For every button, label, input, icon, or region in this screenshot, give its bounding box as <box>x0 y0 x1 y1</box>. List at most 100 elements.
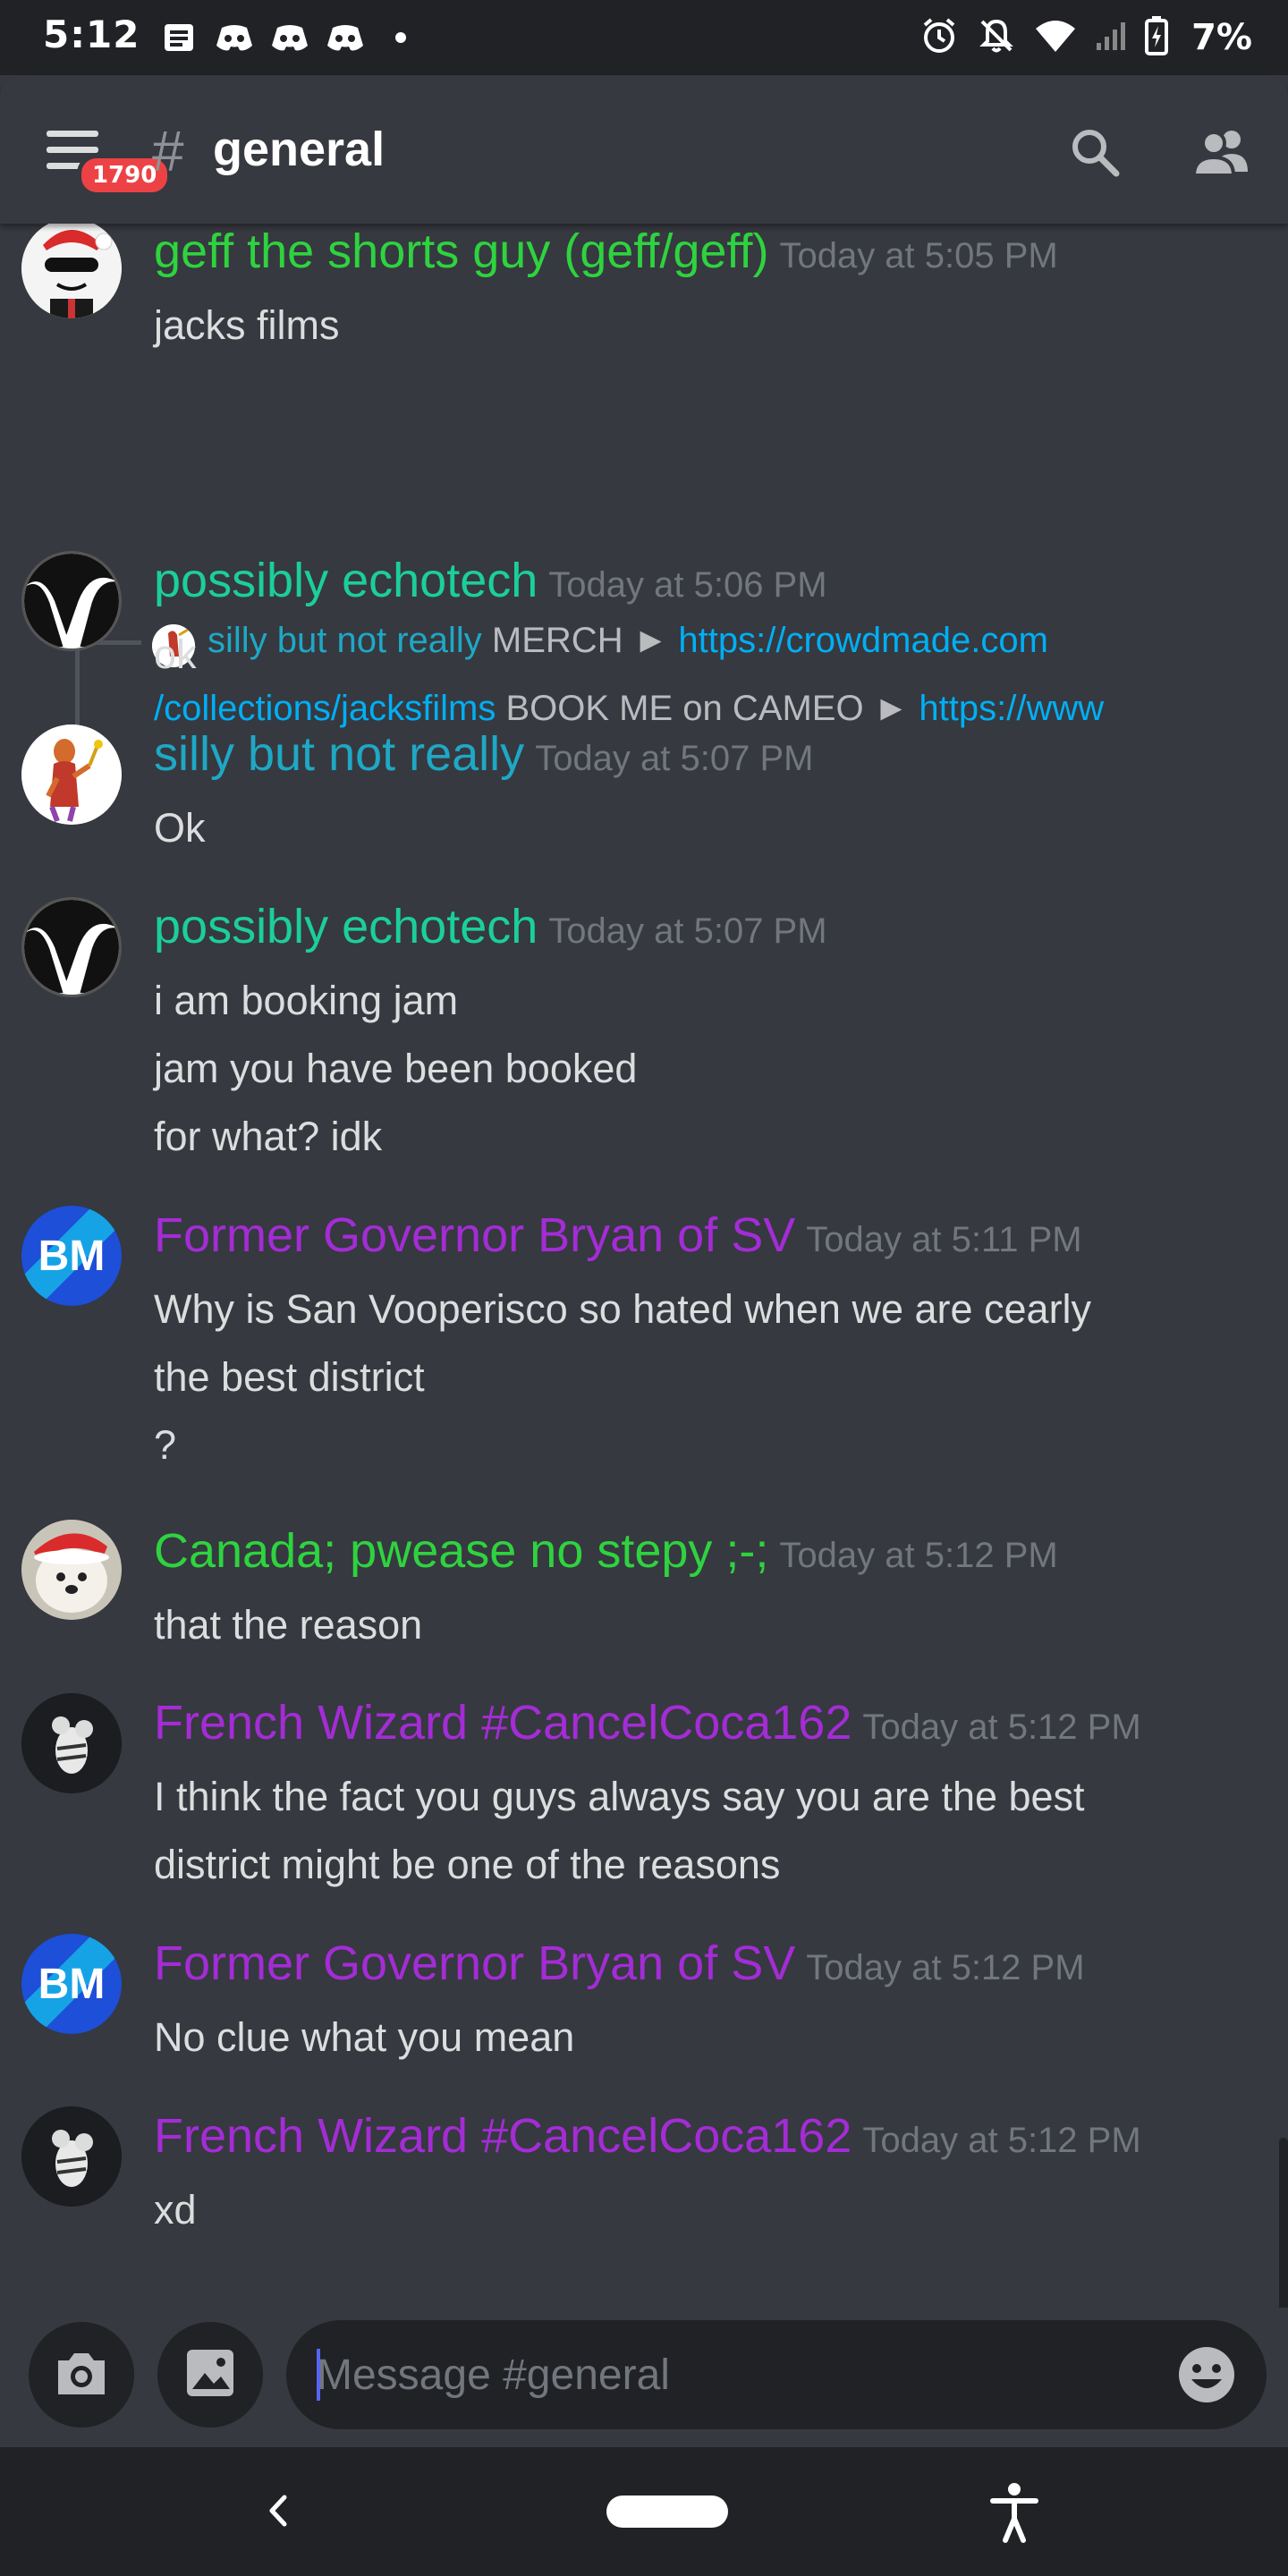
scrollbar[interactable] <box>1279 2138 1288 2308</box>
message-text: xd <box>154 2187 197 2233</box>
message-timestamp: Today at 5:07 PM <box>548 911 827 951</box>
reply-line-2: /collections/jacksfilms BOOK ME on CAMEO… <box>154 689 1104 729</box>
channel-header: 1790 # general <box>0 75 1288 224</box>
message-header: Former Governor Bryan of SV Today at 5:11… <box>154 1208 1082 1263</box>
message-text: that the reason <box>154 1602 423 1648</box>
svg-text:BM: BM <box>38 1233 106 1280</box>
camera-icon <box>53 2348 110 2402</box>
message-username[interactable]: French Wizard #CancelCoca162 <box>154 2109 852 2163</box>
channel-title[interactable]: general <box>213 122 385 177</box>
home-pill-icon[interactable] <box>606 2496 728 2528</box>
message-text: for what? idk <box>154 1114 383 1159</box>
message-content: jacks films <box>154 292 340 360</box>
news-icon <box>157 20 200 55</box>
search-icon <box>1068 125 1122 182</box>
message-timestamp: Today at 5:07 PM <box>535 739 814 778</box>
avatar[interactable] <box>21 1520 122 1620</box>
avatar[interactable] <box>21 1693 122 1793</box>
status-time: 5:12 <box>43 13 140 56</box>
status-system-icons: 7% <box>919 16 1252 59</box>
message-text: No clue what you mean <box>154 2014 575 2060</box>
members-button[interactable] <box>1188 120 1256 188</box>
camera-button[interactable] <box>29 2322 134 2428</box>
signal-icon <box>1095 20 1127 55</box>
message-username[interactable]: French Wizard #CancelCoca162 <box>154 1696 852 1750</box>
discord-icon <box>213 20 256 55</box>
message-header: French Wizard #CancelCoca162 Today at 5:1… <box>154 1695 1141 1750</box>
emoji-button[interactable] <box>1175 2343 1238 2406</box>
message-content: No clue what you mean <box>154 2004 574 2072</box>
reply-username[interactable]: silly but not really <box>208 621 482 660</box>
message-list[interactable]: geff the shorts guy (geff/geff) Today at … <box>0 224 1288 2308</box>
message-username[interactable]: possibly echotech <box>154 900 538 953</box>
message-content: Ok <box>154 794 206 862</box>
message-username[interactable]: possibly echotech <box>154 554 538 607</box>
message-text: jam you have been booked <box>154 1046 638 1091</box>
message-text: Why is San Vooperisco so hated when we a… <box>154 1286 1092 1332</box>
avatar[interactable] <box>21 2106 122 2207</box>
members-icon <box>1191 125 1253 182</box>
reply-link[interactable]: /collections/jacksfilms <box>154 689 496 728</box>
discord-icon <box>324 20 367 55</box>
message-content: that the reason <box>154 1591 422 1659</box>
message-username[interactable]: Former Governor Bryan of SV <box>154 1208 795 1262</box>
message-content: ok <box>154 621 197 689</box>
avatar[interactable] <box>21 551 122 651</box>
reply-link[interactable]: https://www <box>919 689 1104 728</box>
dot-icon <box>379 20 422 55</box>
message-text: Ok <box>154 805 206 851</box>
channel-hash-icon: # <box>152 119 184 183</box>
message-header: geff the shorts guy (geff/geff) Today at … <box>154 224 1058 279</box>
message-text: ? <box>154 1422 177 1468</box>
avatar[interactable] <box>21 224 122 318</box>
back-icon[interactable] <box>256 2488 301 2533</box>
accessibility-icon[interactable] <box>987 2481 1041 2544</box>
reply-link[interactable]: https://crowdmade.com <box>678 621 1048 660</box>
message-timestamp: Today at 5:06 PM <box>548 565 827 605</box>
message-content: Why is San Vooperisco so hated when we a… <box>154 1275 1091 1479</box>
battery-percent: 7% <box>1191 17 1252 58</box>
discord-icon <box>268 20 311 55</box>
avatar[interactable]: BM <box>21 1934 122 2034</box>
message-text: ok <box>154 631 197 677</box>
svg-text:BM: BM <box>38 1961 106 2008</box>
notifications-off-icon <box>977 16 1016 59</box>
reply-merch-label: MERCH ► <box>491 621 669 660</box>
message-composer <box>0 2308 1288 2447</box>
alarm-icon <box>919 16 959 59</box>
avatar[interactable] <box>21 897 122 997</box>
message-username[interactable]: silly but not really <box>154 727 524 781</box>
search-button[interactable] <box>1061 120 1129 188</box>
status-bar: 5:12 7% <box>0 0 1288 75</box>
message-timestamp: Today at 5:12 PM <box>862 1707 1141 1747</box>
reply-connector <box>75 640 141 739</box>
message-content: I think the fact you guys always say you… <box>154 1763 1085 1899</box>
message-text: I think the fact you guys always say you… <box>154 1774 1085 1819</box>
message-username[interactable]: Former Governor Bryan of SV <box>154 1936 795 1990</box>
message-header: possibly echotech Today at 5:07 PM <box>154 899 827 954</box>
message-username[interactable]: Canada; pwease no stepy ;-; <box>154 1524 768 1578</box>
message-header: silly but not really Today at 5:07 PM <box>154 726 813 782</box>
message-timestamp: Today at 5:12 PM <box>806 1948 1085 1987</box>
avatar[interactable]: BM <box>21 1206 122 1306</box>
message-username[interactable]: geff the shorts guy (geff/geff) <box>154 225 768 278</box>
reply-cameo-label: BOOK ME on CAMEO ► <box>505 689 910 728</box>
wifi-icon <box>1034 18 1077 57</box>
message-text: the best district <box>154 1354 425 1400</box>
emoji-icon <box>1175 2347 1238 2410</box>
message-timestamp: Today at 5:05 PM <box>779 236 1058 275</box>
message-text: jacks films <box>154 302 340 348</box>
message-text: i am booking jam <box>154 978 459 1023</box>
status-notification-icons <box>157 20 422 55</box>
battery-charging-icon <box>1145 16 1169 59</box>
message-header: French Wizard #CancelCoca162 Today at 5:1… <box>154 2108 1141 2164</box>
message-input[interactable] <box>286 2320 1267 2429</box>
image-button[interactable] <box>157 2322 263 2428</box>
avatar[interactable] <box>21 724 122 825</box>
message-timestamp: Today at 5:12 PM <box>779 1536 1058 1575</box>
message-header: Canada; pwease no stepy ;-; Today at 5:12… <box>154 1523 1058 1579</box>
message-content: i am booking jam jam you have been booke… <box>154 967 637 1171</box>
message-header: possibly echotech Today at 5:06 PM <box>154 553 827 608</box>
image-icon <box>183 2346 237 2403</box>
message-text: district might be one of the reasons <box>154 1842 781 1887</box>
